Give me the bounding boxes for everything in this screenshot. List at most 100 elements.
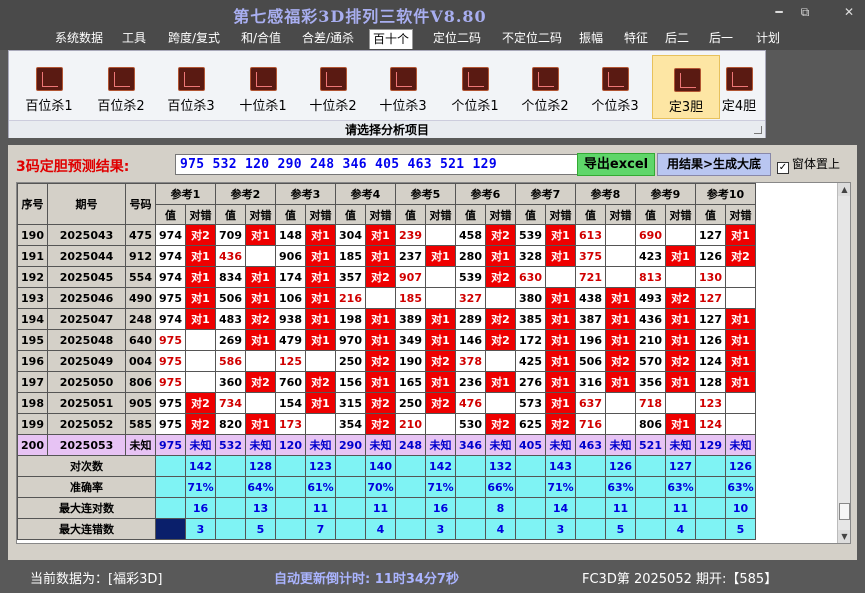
ref-check [245,392,276,414]
ref-check [425,287,456,309]
row-seq: 194 [17,308,48,330]
menu-item[interactable]: 跨度/复式 [161,29,227,49]
ref-value: 380 [515,287,546,309]
row-period: 2025043 [47,224,126,246]
menu-item[interactable]: 特征 [620,29,652,49]
menu-item[interactable]: 后二 [660,29,694,49]
ref-value: 975 [155,371,186,393]
close-button[interactable]: ✕ [838,2,860,22]
table-row[interactable]: 193 2025046 490 975 对1 506 对1 106 对1 216 185 327 380… [17,287,756,309]
menu-item[interactable]: 后一 [705,29,737,49]
header-value: 值 [155,204,186,225]
stats-spacer [575,497,606,519]
ribbon-button[interactable]: 百位杀1 [15,55,83,119]
table-row[interactable]: 190 2025043 475 974 对2 709 对1 148 对1 304 对1 239 458 对… [17,224,756,246]
table-row[interactable]: 199 2025052 585 975 对2 820 对1 173 354 对2 210 530 对2 6… [17,413,756,435]
ref-value: 974 [155,224,186,246]
menu-item[interactable]: 百十个 [369,29,413,49]
menu-item[interactable]: 计划 [752,29,784,49]
stats-spacer [275,497,306,519]
ref-value: 506 [215,287,246,309]
header-check: 对错 [365,204,396,225]
pending-row[interactable]: 200 2025053 未知 975 未知 532 未知 120 未知 290 未知 248 未知 346… [17,434,756,456]
ref-check: 对1 [725,308,756,330]
header-check: 对错 [185,204,216,225]
prediction-result-field[interactable]: 975 532 120 290 248 346 405 463 521 129 [175,154,578,175]
table-row[interactable]: 196 2025049 004 975 586 125 250 对2 190 对2 378 425 对1… [17,350,756,372]
table-row[interactable]: 197 2025050 806 975 360 对2 760 对2 156 对1 165 对1 236 对… [17,371,756,393]
ribbon-button[interactable]: 百位杀3 [157,55,225,119]
table-row[interactable]: 191 2025044 912 974 对1 436 906 对1 185 对1 237 对1 280 对… [17,245,756,267]
ref-check [485,392,516,414]
header-ref: 参考7 [515,183,576,205]
menu-item[interactable]: 振幅 [575,29,607,49]
ribbon-button-label: 定4胆 [721,99,757,114]
stats-value: 11 [665,497,696,519]
ref-value: 172 [515,329,546,351]
ref-value: 127 [695,287,726,309]
ribbon-button[interactable]: 十位杀1 [229,55,297,119]
ribbon-button[interactable]: 个位杀2 [511,55,579,119]
stats-spacer [215,518,246,540]
row-period: 2025045 [47,266,126,288]
ribbon-button[interactable]: 个位杀3 [581,55,649,119]
scroll-up-icon[interactable]: ▲ [838,183,850,196]
ref-check: 未知 [245,434,276,456]
ref-check: 对1 [545,371,576,393]
ribbon-button[interactable]: 定4胆 [712,55,766,119]
row-code: 554 [125,266,156,288]
ref-value: 120 [275,434,306,456]
restore-button[interactable]: ⧉ [794,2,816,22]
ref-check: 对1 [605,287,636,309]
ref-check: 对1 [725,350,756,372]
scroll-down-icon[interactable]: ▼ [838,530,850,543]
menu-item[interactable]: 系统数据 [48,29,110,49]
stats-value: 4 [665,518,696,540]
ref-value: 975 [155,350,186,372]
ref-check: 对2 [725,245,756,267]
table-row[interactable]: 195 2025048 640 975 269 对1 479 对1 970 对1 349 对1 146 对… [17,329,756,351]
stats-spacer [695,497,726,519]
menu-item[interactable]: 合差/通杀 [296,29,360,49]
minimize-button[interactable]: ━ [768,2,790,22]
row-seq: 200 [17,434,48,456]
ribbon-button[interactable]: 个位杀1 [441,55,509,119]
row-seq: 191 [17,245,48,267]
header-ref: 参考5 [395,183,456,205]
table-row[interactable]: 194 2025047 248 974 对1 483 对2 938 对1 198 对1 389 对1 28… [17,308,756,330]
generate-big-base-button[interactable]: 用结果>生成大底 [657,153,771,176]
stats-value: 4 [485,518,516,540]
stats-value: 71% [545,476,576,498]
ribbon-button[interactable]: 定3胆 [652,55,720,119]
row-code: 490 [125,287,156,309]
ribbon-button[interactable]: 百位杀2 [87,55,155,119]
ref-value: 290 [335,434,366,456]
ref-value: 974 [155,266,186,288]
ribbon-button[interactable]: 十位杀2 [299,55,367,119]
header-value: 值 [395,204,426,225]
ref-check [185,371,216,393]
ribbon-button[interactable]: 十位杀3 [369,55,437,119]
ribbon-expand-icon[interactable] [754,126,762,134]
ref-check: 对2 [485,413,516,435]
stats-spacer [515,455,546,477]
scroll-thumb[interactable] [839,503,850,520]
menu-item[interactable]: 和/合值 [234,29,288,49]
vertical-scrollbar[interactable]: ▲ ▼ [837,183,850,543]
export-excel-button[interactable]: 导出excel [577,153,655,176]
menu-item[interactable]: 定位二码 [426,29,488,49]
stats-value: 64% [245,476,276,498]
ref-value: 907 [395,266,426,288]
window-on-top-checkbox[interactable]: ✓ 窗体置上 [777,155,840,174]
stats-spacer [695,518,726,540]
table-row[interactable]: 198 2025051 905 975 对2 734 154 对1 315 对2 250 对2 476 5… [17,392,756,414]
checkbox-check-icon[interactable]: ✓ [777,162,789,174]
ref-check: 对1 [545,329,576,351]
row-code: 585 [125,413,156,435]
stats-value: 142 [425,455,456,477]
menu-item[interactable]: 不定位二码 [495,29,569,49]
table-row[interactable]: 192 2025045 554 974 对1 834 对1 174 对1 357 对2 907 539 对… [17,266,756,288]
ref-check: 对2 [485,329,516,351]
menu-item[interactable]: 工具 [116,29,152,49]
ref-value: 154 [275,392,306,414]
